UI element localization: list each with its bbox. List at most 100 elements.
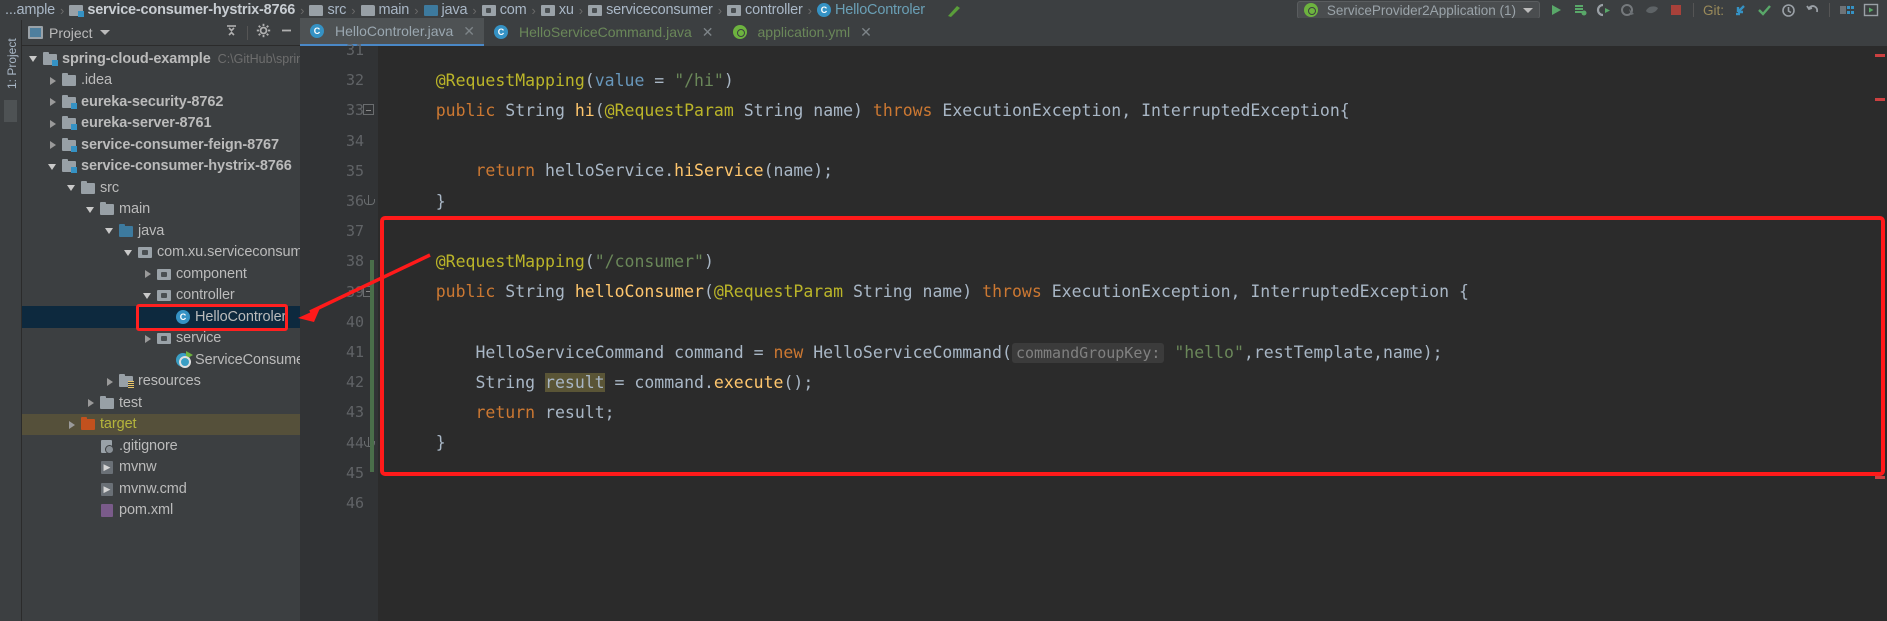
tree-item-pom-xml[interactable]: pom.xml [22,500,300,522]
tree-item-gitignore[interactable]: .gitignore [22,435,300,457]
profile-icon[interactable] [1616,0,1640,20]
minimize-icon[interactable] [279,23,294,43]
preview-icon[interactable] [1859,0,1883,20]
code-line[interactable]: @RequestMapping(value = "/hi") [378,65,1887,95]
editor-gutter[interactable]: 31 32 33 34 35 36 37 38 39 40 41 42 43 44 45 46 [300,41,378,621]
code-line[interactable]: return result; [378,397,1887,427]
chevron-down-icon[interactable] [104,224,117,237]
tree-item-resources[interactable]: resources [22,371,300,393]
code-line[interactable] [378,216,1887,246]
collapse-all-icon[interactable] [224,23,239,43]
breadcrumb-item-7[interactable]: serviceconsumer [585,0,716,20]
code-line[interactable]: String result = command.execute(); [378,367,1887,397]
breadcrumb-item-8[interactable]: controller [724,0,806,20]
chevron-down-icon[interactable] [85,203,98,216]
structure-stripe-button[interactable] [4,100,17,122]
history-icon[interactable] [1776,0,1800,20]
tree-item-label: test [119,394,142,411]
tree-item-eureka-security-8762[interactable]: eureka-security-8762 [22,91,300,113]
tree-item-eureka-server-8761[interactable]: eureka-server-8761 [22,113,300,135]
rollback-icon[interactable] [1800,0,1824,20]
tree-item-src[interactable]: src [22,177,300,199]
chevron-down-icon[interactable] [99,30,110,35]
gitignore-file-icon [99,438,115,454]
code-line[interactable]: } [378,186,1887,216]
code-line[interactable]: HelloServiceCommand command = new HelloS… [378,337,1887,367]
chevron-right-icon[interactable] [85,396,98,409]
build-icon[interactable] [942,0,966,20]
breadcrumb-item-0[interactable]: ...ample [2,0,58,20]
tree-item-controller[interactable]: controller [22,285,300,307]
chevron-right-icon[interactable] [47,74,60,87]
tree-item-label: src [100,179,120,196]
tree-item-com-xu-serviceconsumer[interactable]: com.xu.serviceconsumer [22,242,300,264]
breadcrumb-item-9[interactable]: C HelloControler [814,0,928,20]
code-editor[interactable]: @RequestMapping(value = "/hi") public St… [378,46,1887,621]
error-mark[interactable] [1875,98,1885,101]
run-icon[interactable] [1544,0,1568,20]
code-line[interactable]: } [378,428,1887,458]
package-icon [156,287,172,303]
run-with-coverage-icon[interactable] [1592,0,1616,20]
tree-item-test[interactable]: test [22,392,300,414]
code-line-content: return result; [475,402,615,422]
chevron-down-icon[interactable] [47,160,60,173]
chevron-down-icon[interactable] [28,52,41,65]
commit-icon[interactable] [1752,0,1776,20]
code-line[interactable] [378,458,1887,488]
chevron-right-icon[interactable] [104,375,117,388]
project-tree[interactable]: spring-cloud-example C:\GitHub\spring .ide… [22,46,300,621]
breadcrumb-separator: › [807,2,813,18]
tree-item-target[interactable]: target [22,413,300,435]
error-mark[interactable] [1875,476,1885,479]
stop-icon[interactable] [1664,0,1688,20]
tree-item-label: service-consumer-feign-8767 [81,136,279,153]
code-line[interactable] [378,126,1887,156]
tree-item-service-consumer-feign-8767[interactable]: service-consumer-feign-8767 [22,134,300,156]
code-line[interactable] [378,488,1887,518]
chevron-right-icon[interactable] [142,267,155,280]
tree-item-mvnw[interactable]: ▶ mvnw [22,457,300,479]
chevron-right-icon[interactable] [142,332,155,345]
chevron-down-icon[interactable] [123,246,136,259]
breadcrumb-item-2[interactable]: src [306,0,349,20]
tree-item-idea[interactable]: .idea [22,70,300,92]
code-line[interactable]: public String helloConsumer(@RequestPara… [378,277,1887,307]
tree-item-spring-cloud-example[interactable]: spring-cloud-example C:\GitHub\spring [22,48,300,70]
chevron-down-icon[interactable] [142,289,155,302]
debug-icon[interactable] [1568,0,1592,20]
chevron-right-icon[interactable] [47,95,60,108]
sidebar-item-project-stripe[interactable]: 1: Project [5,29,19,89]
chevron-right-icon[interactable] [66,418,79,431]
package-icon [481,4,496,16]
breadcrumb-item-6[interactable]: xu [538,0,577,20]
code-line[interactable]: @RequestMapping("/consumer") [378,246,1887,276]
breadcrumb-item-4[interactable]: java [421,0,471,20]
chevron-right-icon[interactable] [47,117,60,130]
code-line[interactable] [378,307,1887,337]
tree-item-service-consumer-hystrix-8766[interactable]: service-consumer-hystrix-8766 [22,156,300,178]
update-project-icon[interactable] [1728,0,1752,20]
gear-icon[interactable] [256,23,271,43]
folder-icon [61,72,77,88]
tree-item-label: service-consumer-hystrix-8766 [81,158,292,175]
breadcrumb-item-5[interactable]: com [479,0,530,20]
breadcrumb-item-1[interactable]: service-consumer-hystrix-8766 [66,0,298,20]
chevron-right-icon[interactable] [47,138,60,151]
attach-debugger-icon[interactable] [1640,0,1664,20]
tree-item-main[interactable]: main [22,199,300,221]
chevron-down-icon[interactable] [66,181,79,194]
tree-item-hellocontroler[interactable]: C HelloControler [22,306,300,328]
code-line[interactable]: public String hi(@RequestParam String na… [378,95,1887,125]
code-line[interactable] [378,35,1887,65]
code-line[interactable]: return helloService.hiService(name); [378,156,1887,186]
tree-item-component[interactable]: component [22,263,300,285]
breadcrumb-item-3[interactable]: main [358,0,413,20]
tree-item-java[interactable]: java [22,220,300,242]
run-configuration-selector[interactable]: ServiceProvider2Application (1) [1296,1,1540,19]
tree-item-serviceconsumerappli[interactable]: ServiceConsumerAppli [22,349,300,371]
layout-icon[interactable] [1835,0,1859,20]
tree-item-service[interactable]: service [22,328,300,350]
error-mark[interactable] [1875,54,1885,57]
tree-item-mvnw-cmd[interactable]: ▶ mvnw.cmd [22,478,300,500]
